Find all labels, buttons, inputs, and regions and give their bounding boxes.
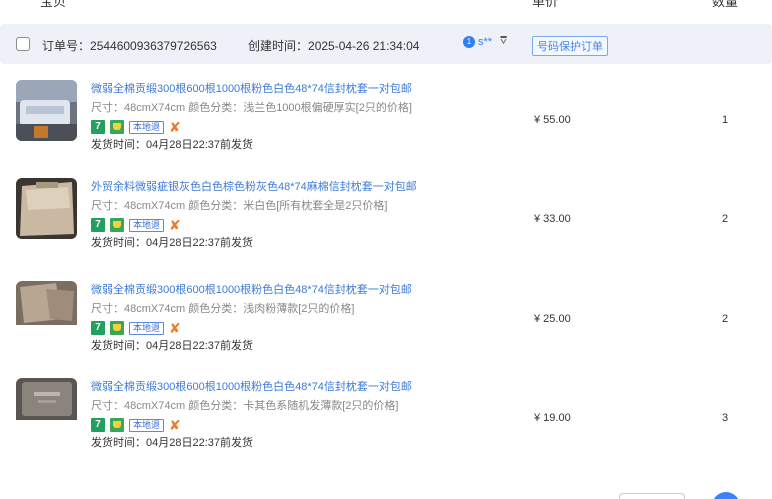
buyer-info[interactable]: 1 s** ⩢ — [463, 35, 507, 48]
order-header-bar: 订单号：2544600936379726563 创建时间：2025-04-26 … — [0, 24, 772, 64]
product-thumbnail[interactable] — [16, 378, 77, 439]
order-item-row: 微弱全棉贡缎300根600根1000根粉色白色48*74信封枕套一对包邮 尺寸：… — [0, 80, 772, 176]
ship-time: 发货时间：04月28日22:37前发货 — [91, 340, 253, 352]
seven-day-return-icon: 7 — [91, 321, 105, 335]
ship-time: 发货时间：04月28日22:37前发货 — [91, 437, 253, 449]
product-sku: 尺寸：48cmX74cm 颜色分类：浅肉粉薄款[2只的价格] — [91, 303, 355, 315]
quantity: 3 — [722, 412, 729, 424]
seven-day-return-icon: 7 — [91, 218, 105, 232]
product-sku: 尺寸：48cmX74cm 颜色分类：浅兰色1000根偏硬厚实[2只的价格] — [91, 102, 412, 114]
guarantee-cup-icon — [110, 120, 124, 134]
product-thumbnail[interactable] — [16, 80, 77, 141]
buyer-avatar-icon: 1 — [463, 35, 475, 48]
product-info: 微弱全棉贡缎300根600根1000根粉色白色48*74信封枕套一对包邮 尺寸：… — [91, 281, 412, 356]
local-return-tag: 本地退 — [129, 321, 165, 335]
unit-price: ¥ 25.00 — [534, 313, 571, 325]
pagination-button[interactable] — [619, 493, 685, 499]
product-thumbnail[interactable] — [16, 281, 77, 342]
product-thumbnail[interactable] — [16, 178, 77, 239]
unit-price: ¥ 55.00 — [534, 114, 571, 126]
filter-icon[interactable]: ⩢ — [500, 35, 507, 48]
shipping-x-icon: ✘ — [169, 320, 181, 336]
product-sku: 尺寸：48cmX74cm 颜色分类：米白色[所有枕套全是2只价格] — [91, 200, 388, 212]
service-tags: 7 本地退 ✘ — [91, 216, 417, 234]
product-sku: 尺寸：48cmX74cm 颜色分类：卡其色系随机发薄款[2只的价格] — [91, 400, 399, 412]
quantity: 1 — [722, 114, 729, 126]
product-column-header: 宝贝 — [40, 0, 67, 9]
column-header: 宝贝 单价 数量 — [0, 0, 772, 9]
product-title-link[interactable]: 微弱全棉贡缎300根600根1000根粉色白色48*74信封枕套一对包邮 — [91, 80, 412, 99]
service-tags: 7 本地退 ✘ — [91, 118, 412, 136]
local-return-tag: 本地退 — [129, 120, 165, 134]
order-item-row: 微弱全棉贡缎300根600根1000根粉色白色48*74信封枕套一对包邮 尺寸：… — [0, 378, 772, 474]
product-info: 外贸余料微弱疵银灰色白色棕色粉灰色48*74麻棉信封枕套一对包邮 尺寸：48cm… — [91, 178, 417, 253]
product-title-link[interactable]: 微弱全棉贡缎300根600根1000根粉色白色48*74信封枕套一对包邮 — [91, 281, 412, 300]
buyer-name[interactable]: s** — [478, 36, 492, 48]
order-checkbox[interactable] — [16, 37, 30, 51]
service-tags: 7 本地退 ✘ — [91, 416, 412, 434]
quantity-column-header: 数量 — [712, 0, 739, 9]
unit-price: ¥ 19.00 — [534, 412, 571, 424]
shipping-x-icon: ✘ — [169, 217, 181, 233]
shipping-x-icon: ✘ — [169, 119, 181, 135]
service-tags: 7 本地退 ✘ — [91, 319, 412, 337]
local-return-tag: 本地退 — [129, 418, 165, 432]
floating-action-button[interactable] — [712, 492, 740, 499]
ship-time: 发货时间：04月28日22:37前发货 — [91, 139, 253, 151]
product-info: 微弱全棉贡缎300根600根1000根粉色白色48*74信封枕套一对包邮 尺寸：… — [91, 80, 412, 155]
unit-price: ¥ 33.00 — [534, 213, 571, 225]
guarantee-cup-icon — [110, 321, 124, 335]
product-info: 微弱全棉贡缎300根600根1000根粉色白色48*74信封枕套一对包邮 尺寸：… — [91, 378, 412, 453]
guarantee-cup-icon — [110, 218, 124, 232]
created-time: 创建时间：2025-04-26 21:34:04 — [248, 39, 420, 53]
price-column-header: 单价 — [532, 0, 559, 9]
order-detail-page: 宝贝 单价 数量 订单号：2544600936379726563 创建时间：20… — [0, 0, 772, 499]
quantity: 2 — [722, 213, 729, 225]
guarantee-cup-icon — [110, 418, 124, 432]
number-protection-badge: 号码保护订单 — [532, 36, 608, 56]
ship-time: 发货时间：04月28日22:37前发货 — [91, 237, 253, 249]
quantity: 2 — [722, 313, 729, 325]
seven-day-return-icon: 7 — [91, 418, 105, 432]
order-item-row: 外贸余料微弱疵银灰色白色棕色粉灰色48*74麻棉信封枕套一对包邮 尺寸：48cm… — [0, 178, 772, 274]
product-title-link[interactable]: 微弱全棉贡缎300根600根1000根粉色白色48*74信封枕套一对包邮 — [91, 378, 412, 397]
shipping-x-icon: ✘ — [169, 417, 181, 433]
product-title-link[interactable]: 外贸余料微弱疵银灰色白色棕色粉灰色48*74麻棉信封枕套一对包邮 — [91, 178, 417, 197]
seven-day-return-icon: 7 — [91, 120, 105, 134]
local-return-tag: 本地退 — [129, 218, 165, 232]
order-item-row: 微弱全棉贡缎300根600根1000根粉色白色48*74信封枕套一对包邮 尺寸：… — [0, 281, 772, 377]
order-number: 订单号：2544600936379726563 — [42, 39, 217, 53]
